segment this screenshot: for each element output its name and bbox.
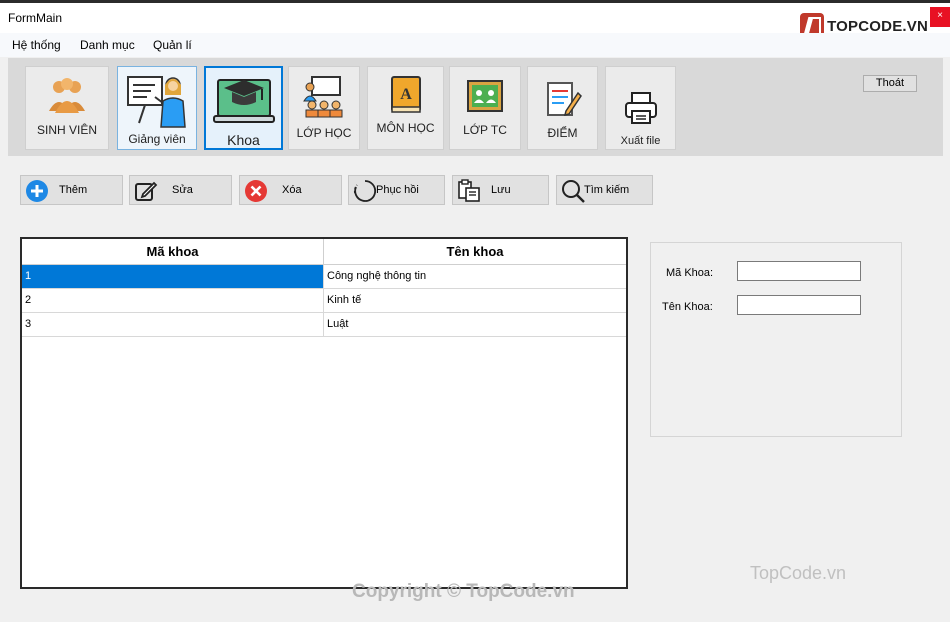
ma-khoa-label: Mã Khoa: — [666, 267, 714, 279]
plus-icon — [26, 180, 48, 202]
main-toolbar: SINH VIÊN Giảng viên Khoa LỚP HỌC A MÔN … — [8, 58, 943, 156]
toolbar-button-lop-tc[interactable]: LỚP TC — [449, 66, 521, 150]
chalkboard-icon — [467, 80, 503, 112]
cell-ten-khoa[interactable]: Kinh tế — [324, 289, 626, 312]
watermark-copyright: Copyright © TopCode.vn — [352, 581, 575, 602]
toolbar-button-diem[interactable]: ĐIỂM — [527, 66, 598, 150]
watermark-right: TopCode.vn — [750, 563, 847, 583]
save-icon — [458, 179, 480, 202]
add-button-label: Thêm — [59, 184, 88, 196]
restore-button-label: Phục hồi — [376, 184, 419, 196]
detail-panel: Mã Khoa: Tên Khoa: — [650, 242, 902, 437]
toolbar-label-xuat-file: Xuất file — [620, 135, 661, 147]
printer-icon — [624, 92, 657, 124]
toolbar-button-sinh-vien[interactable]: SINH VIÊN — [25, 66, 109, 150]
teacher-icon — [127, 76, 186, 128]
toolbar-label-sinh-vien: SINH VIÊN — [36, 123, 97, 137]
column-header-ma-khoa[interactable]: Mã khoa — [22, 239, 323, 265]
delete-icon — [245, 180, 267, 202]
menu-quan-li[interactable]: Quản lí — [153, 38, 192, 52]
toolbar-button-giang-vien[interactable]: Giảng viên — [117, 66, 197, 150]
book-icon: A — [390, 76, 421, 113]
ten-khoa-input[interactable] — [737, 295, 861, 315]
table-row[interactable]: 2 Kinh tế — [22, 289, 626, 313]
graduation-laptop-icon — [212, 79, 275, 123]
exit-button[interactable]: Thoát — [863, 75, 917, 92]
save-button[interactable]: Lưu — [452, 175, 549, 205]
toolbar-button-mon-hoc[interactable]: A MÔN HỌC — [367, 66, 444, 150]
toolbar-button-khoa[interactable]: Khoa — [204, 66, 283, 150]
table-row[interactable]: 1 Công nghệ thông tin — [22, 265, 626, 289]
delete-button-label: Xóa — [282, 184, 302, 196]
toolbar-label-mon-hoc: MÔN HỌC — [376, 121, 435, 135]
cell-ma-khoa[interactable]: 2 — [22, 289, 323, 312]
restore-icon — [353, 180, 377, 202]
toolbar-label-diem: ĐIỂM — [547, 126, 578, 140]
toolbar-button-xuat-file[interactable]: Xuất file — [605, 66, 676, 150]
title-bar: FormMain TOPCODE.VN × — [0, 3, 950, 39]
menu-he-thong[interactable]: Hệ thống — [12, 38, 61, 52]
table-row[interactable]: 3 Luật — [22, 313, 626, 337]
column-header-ten-khoa[interactable]: Tên khoa — [324, 239, 626, 265]
toolbar-button-lop-hoc[interactable]: LỚP HỌC — [288, 66, 360, 150]
cell-ma-khoa[interactable]: 1 — [22, 265, 323, 288]
search-icon — [562, 180, 585, 203]
cell-ten-khoa[interactable]: Luật — [324, 313, 626, 336]
toolbar-label-giang-vien: Giảng viên — [128, 132, 186, 146]
edit-button[interactable]: Sửa — [129, 175, 232, 205]
toolbar-label-khoa: Khoa — [227, 132, 260, 148]
toolbar-label-lop-tc: LỚP TC — [463, 123, 507, 137]
close-button[interactable]: × — [930, 7, 950, 27]
save-button-label: Lưu — [491, 184, 511, 196]
edit-button-label: Sửa — [172, 184, 193, 196]
classroom-icon — [303, 76, 343, 118]
menu-bar: Hệ thống Danh mục Quản lí — [0, 33, 950, 57]
restore-button[interactable]: Phục hồi — [348, 175, 445, 205]
grade-sheet-icon — [546, 82, 582, 117]
ma-khoa-input[interactable] — [737, 261, 861, 281]
students-icon — [49, 78, 85, 113]
logo-text: TOPCODE.VN — [827, 17, 928, 35]
window-title: FormMain — [8, 11, 63, 25]
search-button-label: Tìm kiếm — [584, 184, 630, 196]
search-button[interactable]: Tìm kiếm — [556, 175, 653, 205]
grid-header: Mã khoa Tên khoa — [22, 239, 626, 265]
add-button[interactable]: Thêm — [20, 175, 123, 205]
khoa-data-grid[interactable]: Mã khoa Tên khoa 1 Công nghệ thông tin 2… — [20, 237, 628, 589]
toolbar-label-lop-hoc: LỚP HỌC — [296, 126, 352, 140]
delete-button[interactable]: Xóa — [239, 175, 342, 205]
edit-icon — [135, 181, 158, 201]
menu-danh-muc[interactable]: Danh mục — [80, 38, 135, 52]
ten-khoa-label: Tên Khoa: — [662, 301, 713, 313]
cell-ma-khoa[interactable]: 3 — [22, 313, 323, 336]
svg-text:A: A — [400, 86, 412, 103]
cell-ten-khoa[interactable]: Công nghệ thông tin — [324, 265, 626, 288]
